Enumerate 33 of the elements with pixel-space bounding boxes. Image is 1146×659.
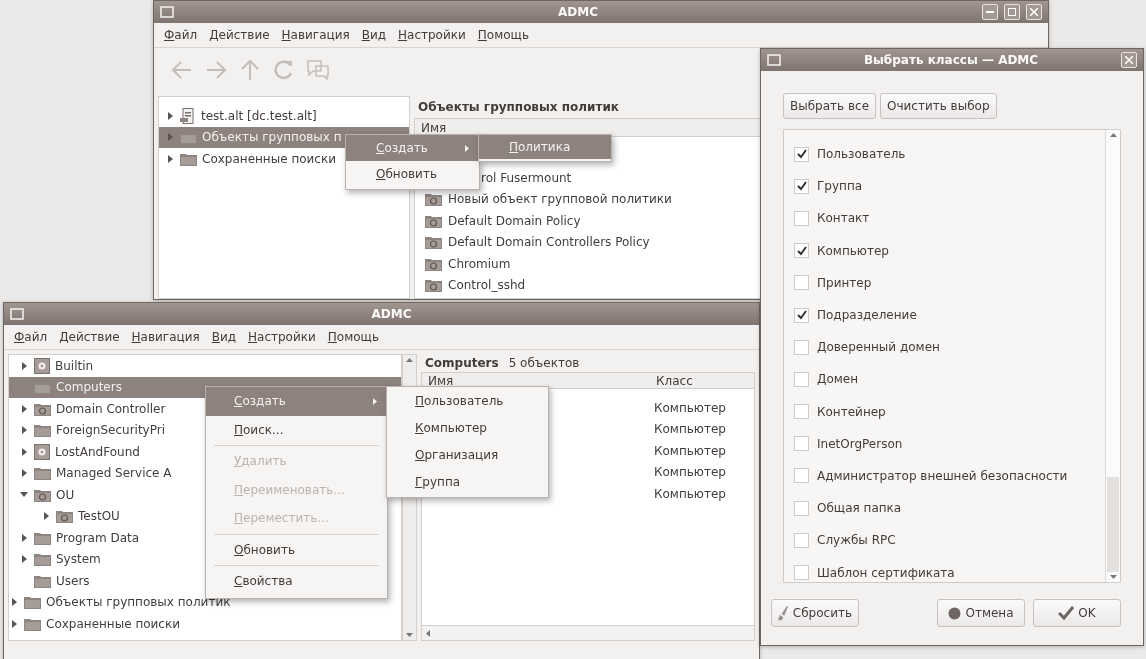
checkbox-label: Пользователь [817, 147, 906, 162]
checkbox-label: Доверенный домен [817, 340, 940, 355]
checkbox-label: Домен [817, 372, 858, 387]
checkbox-label: Подразделение [817, 308, 917, 323]
checkbox-label: Администратор внешней безопасности [817, 468, 1068, 483]
table-cell: Default Domain Policy [448, 213, 581, 228]
table-cell: Компьютер [654, 486, 726, 501]
window-title: ADMC [371, 307, 412, 321]
table-cell: Компьютер [654, 400, 726, 415]
checkbox-label: Группа [817, 179, 863, 194]
pane-title: Computers [425, 356, 499, 370]
checkbox-label: Контейнер [817, 404, 886, 419]
checkbox-label: Службы RPC [817, 533, 896, 548]
table-cell: Компьютер [654, 465, 726, 480]
checkbox-label: Общая папка [817, 501, 902, 516]
checkbox-label: Шаблон сертификата [817, 565, 955, 580]
table-cell: Chromium [448, 256, 511, 271]
table-cell: Компьютер [654, 422, 726, 437]
table-cell: Default Domain Controllers Policy [448, 235, 650, 250]
column-title: Имя [427, 373, 455, 388]
table-cell: Control_sshd [448, 278, 526, 293]
checkbox-label: Компьютер [817, 243, 889, 258]
table-cell: Новый объект групповой политики [448, 192, 672, 207]
object-count: 5 объектов [508, 356, 580, 370]
checkbox-label: InetOrgPerson [817, 436, 903, 451]
window-title: Выбрать классы — ADMC [863, 53, 1039, 67]
pane-title: Объекты групповых политик [418, 100, 619, 114]
column-title: Имя [420, 120, 447, 135]
table-cell: Компьютер [654, 443, 726, 458]
checkbox-label: Принтер [817, 275, 872, 290]
window-title: ADMC [558, 5, 598, 19]
checkbox-label: Контакт [817, 211, 870, 226]
column-title: Класс [655, 373, 693, 388]
